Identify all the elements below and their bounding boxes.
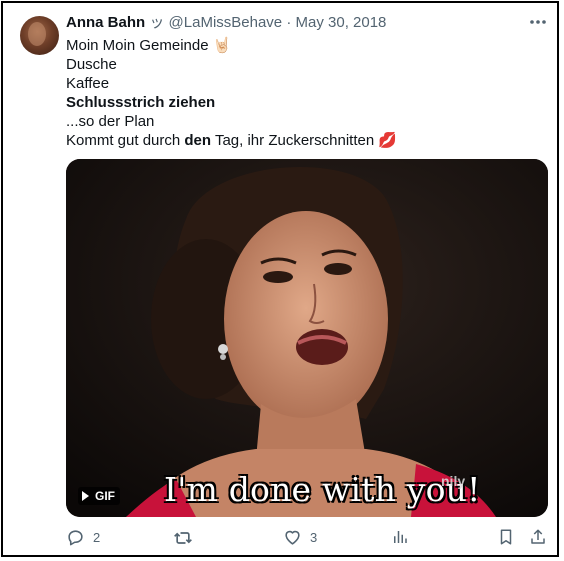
gif-watermark: nily (441, 473, 466, 489)
kiss-emoji: 💋 (378, 132, 398, 149)
tweet-text: Moin Moin Gemeinde 🤘🏻 Dusche Kaffee Schl… (66, 36, 397, 150)
rock-hand-emoji: 🤘🏻 (212, 37, 232, 54)
text-line-4: Schlussstrich ziehen (66, 94, 216, 111)
gif-badge-label: GIF (95, 489, 115, 503)
like-count: 3 (310, 530, 318, 545)
separator: · (286, 14, 292, 31)
share-icon (531, 529, 545, 544)
tweet-date[interactable]: May 30, 2018 (296, 14, 387, 31)
author-name[interactable]: Anna Bahn (66, 14, 145, 31)
bookmark-button[interactable] (497, 528, 515, 546)
reply-count: 2 (93, 530, 101, 545)
reply-button[interactable]: 2 (66, 528, 100, 547)
gif-media[interactable] (66, 159, 548, 517)
more-options-button[interactable] (528, 12, 548, 32)
text-line-3: Kaffee (66, 75, 110, 92)
avatar[interactable] (20, 16, 59, 55)
gif-caption: I'm done with you! (164, 470, 481, 509)
text-line-6: Kommt gut durch den Tag, ihr Zuckerschni… (66, 132, 398, 149)
views-button[interactable] (391, 528, 409, 546)
gif-still-image (66, 159, 548, 517)
like-icon (285, 530, 300, 545)
play-icon (82, 491, 89, 501)
text-line-2: Dusche (66, 56, 117, 73)
text-line-1: Moin Moin Gemeinde 🤘🏻 (66, 37, 232, 54)
tweet-header: Anna Bahn ッ @LaMissBehave · May 30, 2018 (66, 14, 386, 32)
retweet-icon (174, 532, 192, 544)
author-handle[interactable]: @LaMissBehave (169, 14, 283, 31)
author-emoji: ッ (149, 14, 165, 31)
bookmark-icon (500, 529, 512, 545)
text-line-5: ...so der Plan (66, 113, 155, 130)
more-icon (530, 20, 546, 24)
gif-badge[interactable]: GIF (78, 487, 120, 505)
views-icon (394, 531, 407, 543)
reply-icon (68, 530, 83, 546)
retweet-button[interactable] (173, 528, 193, 548)
like-button[interactable]: 3 (283, 528, 317, 547)
share-button[interactable] (529, 528, 547, 546)
